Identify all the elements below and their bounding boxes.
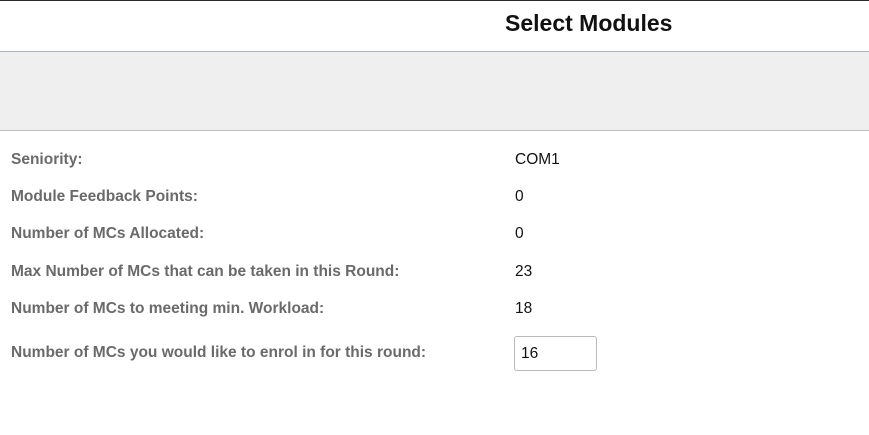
feedback-points-row: Module Feedback Points: 0 — [0, 185, 869, 209]
max-mcs-label: Max Number of MCs that can be taken in t… — [11, 263, 400, 280]
min-workload-label: Number of MCs to meeting min. Workload: — [11, 300, 325, 317]
mcs-allocated-row: Number of MCs Allocated: 0 — [0, 222, 869, 246]
mcs-allocated-value: 0 — [515, 225, 524, 242]
max-mcs-value: 23 — [515, 263, 533, 280]
enrol-mcs-label: Number of MCs you would like to enrol in… — [11, 344, 427, 361]
min-workload-value: 18 — [515, 300, 533, 317]
enrol-mcs-row: Number of MCs you would like to enrol in… — [0, 341, 869, 365]
seniority-value: COM1 — [515, 151, 560, 168]
min-workload-row: Number of MCs to meeting min. Workload: … — [0, 297, 869, 321]
enrol-mcs-input[interactable] — [514, 336, 597, 371]
info-band — [0, 52, 869, 131]
feedback-points-label: Module Feedback Points: — [11, 188, 198, 205]
seniority-label: Seniority: — [11, 151, 83, 168]
page-title: Select Modules — [505, 10, 673, 36]
mcs-allocated-label: Number of MCs Allocated: — [11, 225, 205, 242]
max-mcs-row: Max Number of MCs that can be taken in t… — [0, 260, 869, 284]
seniority-row: Seniority: COM1 — [0, 148, 869, 172]
page-header: Select Modules — [0, 1, 869, 52]
feedback-points-value: 0 — [515, 188, 524, 205]
